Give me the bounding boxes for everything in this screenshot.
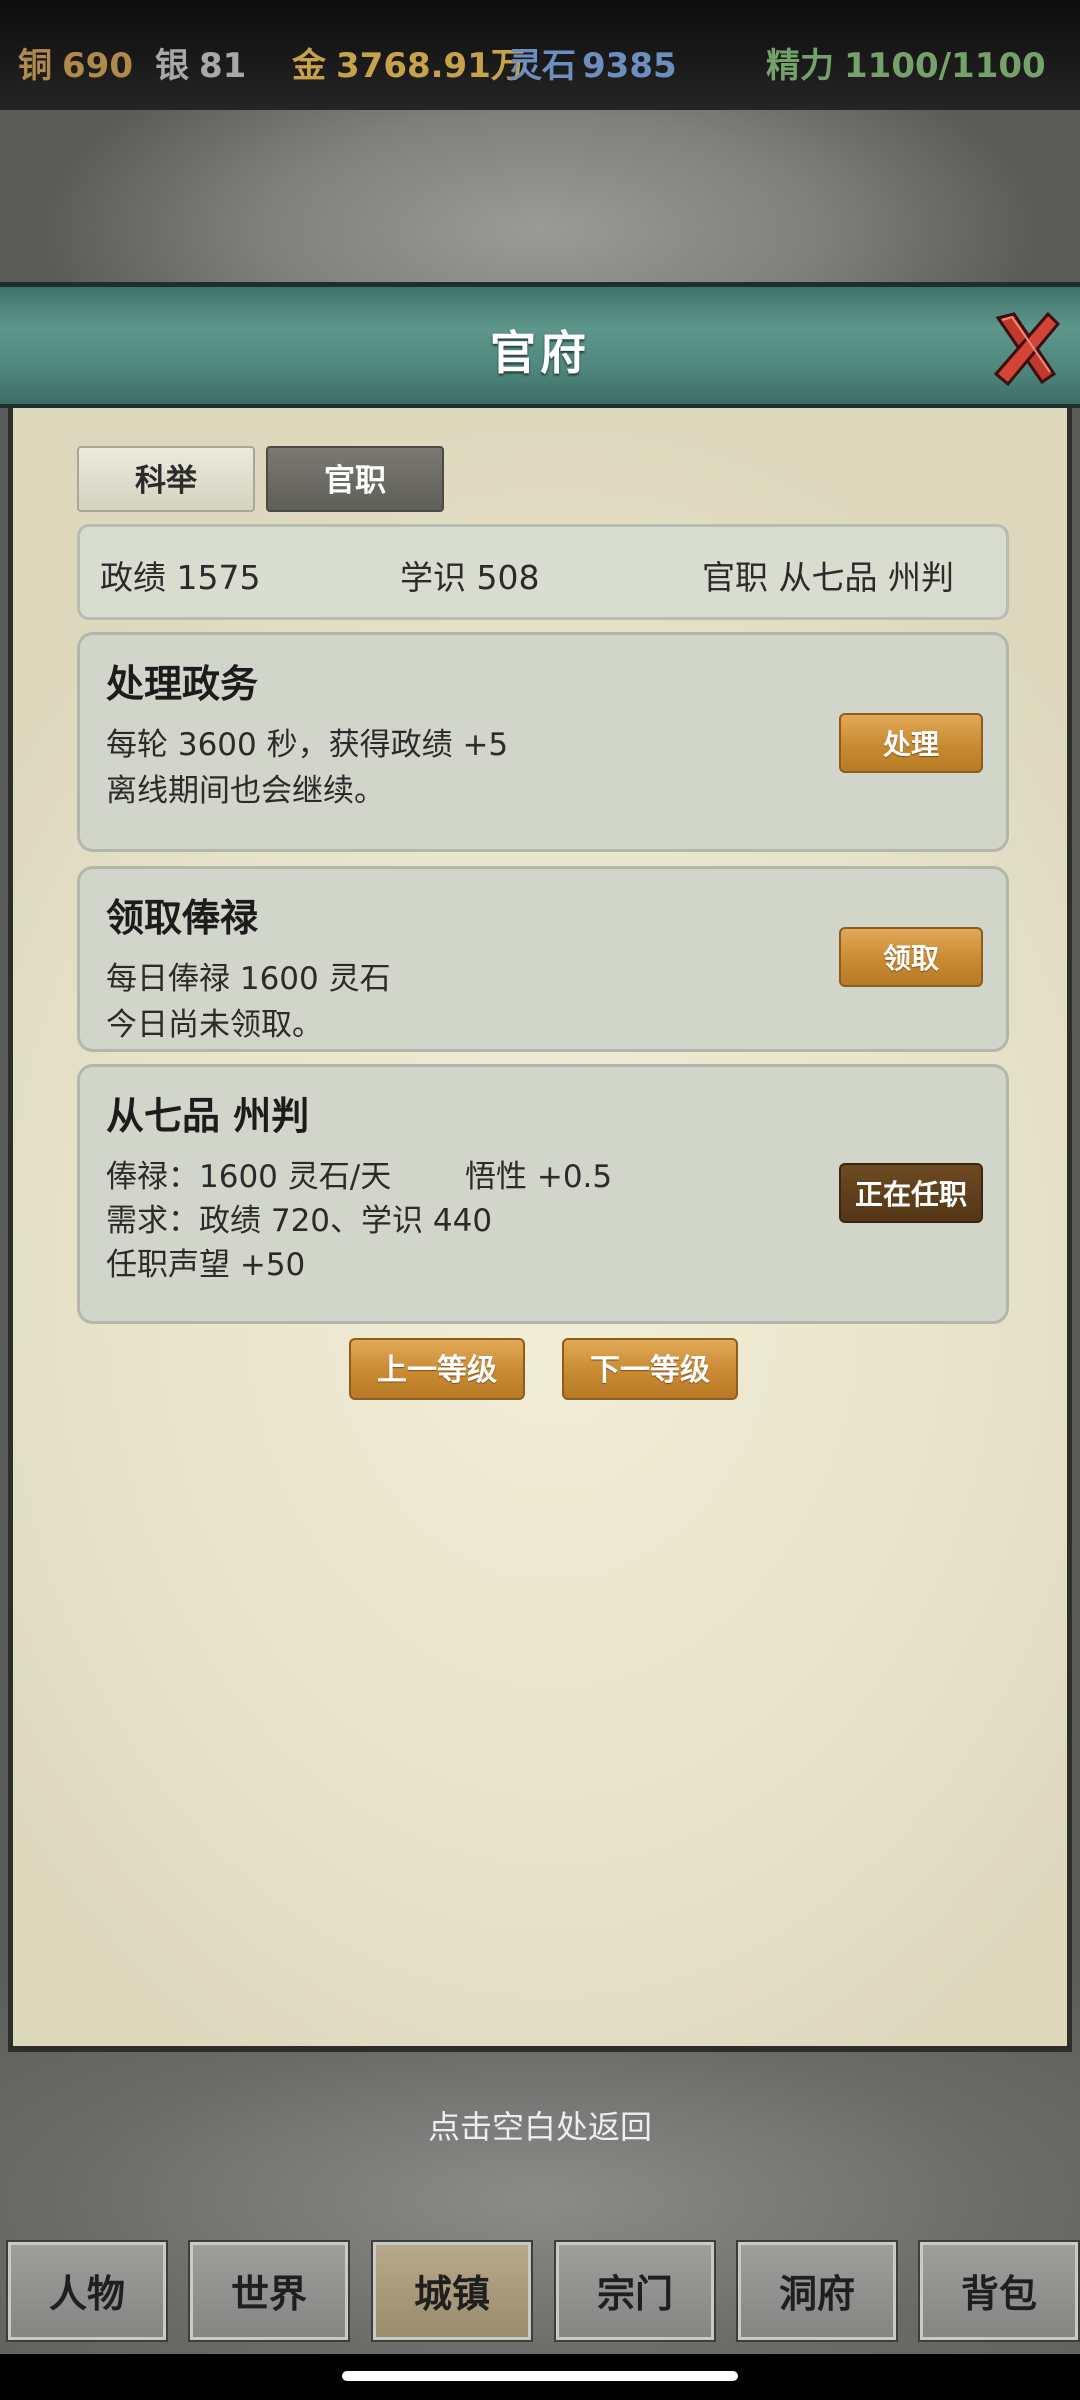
nav-bag[interactable]: 背包 bbox=[918, 2240, 1080, 2342]
affairs-line-2: 离线期间也会继续。 bbox=[106, 773, 385, 809]
spirit-stone-value: 9385 bbox=[582, 46, 677, 86]
next-level-button[interactable]: 下一等级 bbox=[562, 1338, 738, 1400]
copper-label: 铜 bbox=[18, 46, 52, 86]
energy-label: 精力 bbox=[766, 46, 834, 86]
tab-keju[interactable]: 科举 bbox=[77, 446, 255, 512]
affairs-line-1: 每轮 3600 秒，获得政绩 +5 bbox=[106, 727, 509, 763]
rank-requirement-line: 需求：政绩 720、学识 440 bbox=[106, 1203, 493, 1239]
salary-line-1: 每日俸禄 1600 灵石 bbox=[106, 961, 391, 997]
handle-affairs-button[interactable]: 处理 bbox=[839, 713, 983, 773]
prev-level-button[interactable]: 上一等级 bbox=[349, 1338, 525, 1400]
office-rank-card: 从七品 州判 俸禄：1600 灵石/天 悟性 +0.5 需求：政绩 720、学识… bbox=[77, 1064, 1009, 1324]
silver-label: 银 bbox=[155, 46, 189, 86]
dialog-title: 官府 bbox=[490, 326, 590, 380]
salary-title: 领取俸禄 bbox=[106, 896, 259, 940]
copper-resource: 铜 690 bbox=[18, 38, 133, 87]
in-office-button[interactable]: 正在任职 bbox=[839, 1163, 983, 1223]
rank-insight-line: 悟性 +0.5 bbox=[465, 1159, 613, 1195]
affairs-title: 处理政务 bbox=[106, 662, 259, 706]
salary-line-2: 今日尚未领取。 bbox=[106, 1007, 323, 1043]
office-rank-title: 从七品 州判 bbox=[106, 1094, 310, 1138]
nav-world[interactable]: 世界 bbox=[188, 2240, 350, 2342]
knowledge-stat: 学识 508 bbox=[400, 558, 540, 597]
energy-resource: 精力 1100/1100 bbox=[766, 38, 1046, 87]
spirit-stone-label: 灵石 bbox=[508, 46, 576, 86]
office-stat: 官职 从七品 州判 bbox=[702, 558, 954, 597]
silver-value: 81 bbox=[199, 46, 247, 86]
rank-salary-line: 俸禄：1600 灵石/天 bbox=[106, 1159, 392, 1195]
nav-sect[interactable]: 宗门 bbox=[554, 2240, 716, 2342]
nav-character[interactable]: 人物 bbox=[6, 2240, 168, 2342]
silver-resource: 银 81 bbox=[155, 38, 246, 87]
dialog-header: 官府 bbox=[0, 282, 1080, 408]
claim-salary-button[interactable]: 领取 bbox=[839, 927, 983, 987]
gold-label: 金 bbox=[292, 46, 326, 86]
merit-stat: 政绩 1575 bbox=[100, 558, 261, 597]
copper-value: 690 bbox=[62, 46, 133, 86]
nav-cave[interactable]: 洞府 bbox=[736, 2240, 898, 2342]
affairs-card: 处理政务 每轮 3600 秒，获得政绩 +5 离线期间也会继续。 处理 bbox=[77, 632, 1009, 852]
spirit-stone-resource: 灵石 9385 bbox=[508, 38, 677, 87]
gold-value: 3768.91万 bbox=[336, 46, 525, 86]
salary-card: 领取俸禄 每日俸禄 1600 灵石 今日尚未领取。 领取 bbox=[77, 866, 1009, 1052]
home-indicator[interactable] bbox=[342, 2371, 738, 2381]
tab-guanzhi[interactable]: 官职 bbox=[266, 446, 444, 512]
return-hint[interactable]: 点击空白处返回 bbox=[0, 2102, 1080, 2148]
energy-value: 1100/1100 bbox=[844, 46, 1046, 86]
gold-resource: 金 3768.91万 bbox=[292, 38, 525, 87]
resource-bar: 铜 690 银 81 金 3768.91万 灵石 9385 精力 1100/1100 bbox=[0, 0, 1080, 110]
stats-row: 政绩 1575 学识 508 官职 从七品 州判 bbox=[77, 524, 1009, 620]
close-x-icon[interactable] bbox=[992, 308, 1062, 388]
nav-town[interactable]: 城镇 bbox=[371, 2240, 533, 2342]
rank-reputation-line: 任职声望 +50 bbox=[106, 1247, 306, 1283]
